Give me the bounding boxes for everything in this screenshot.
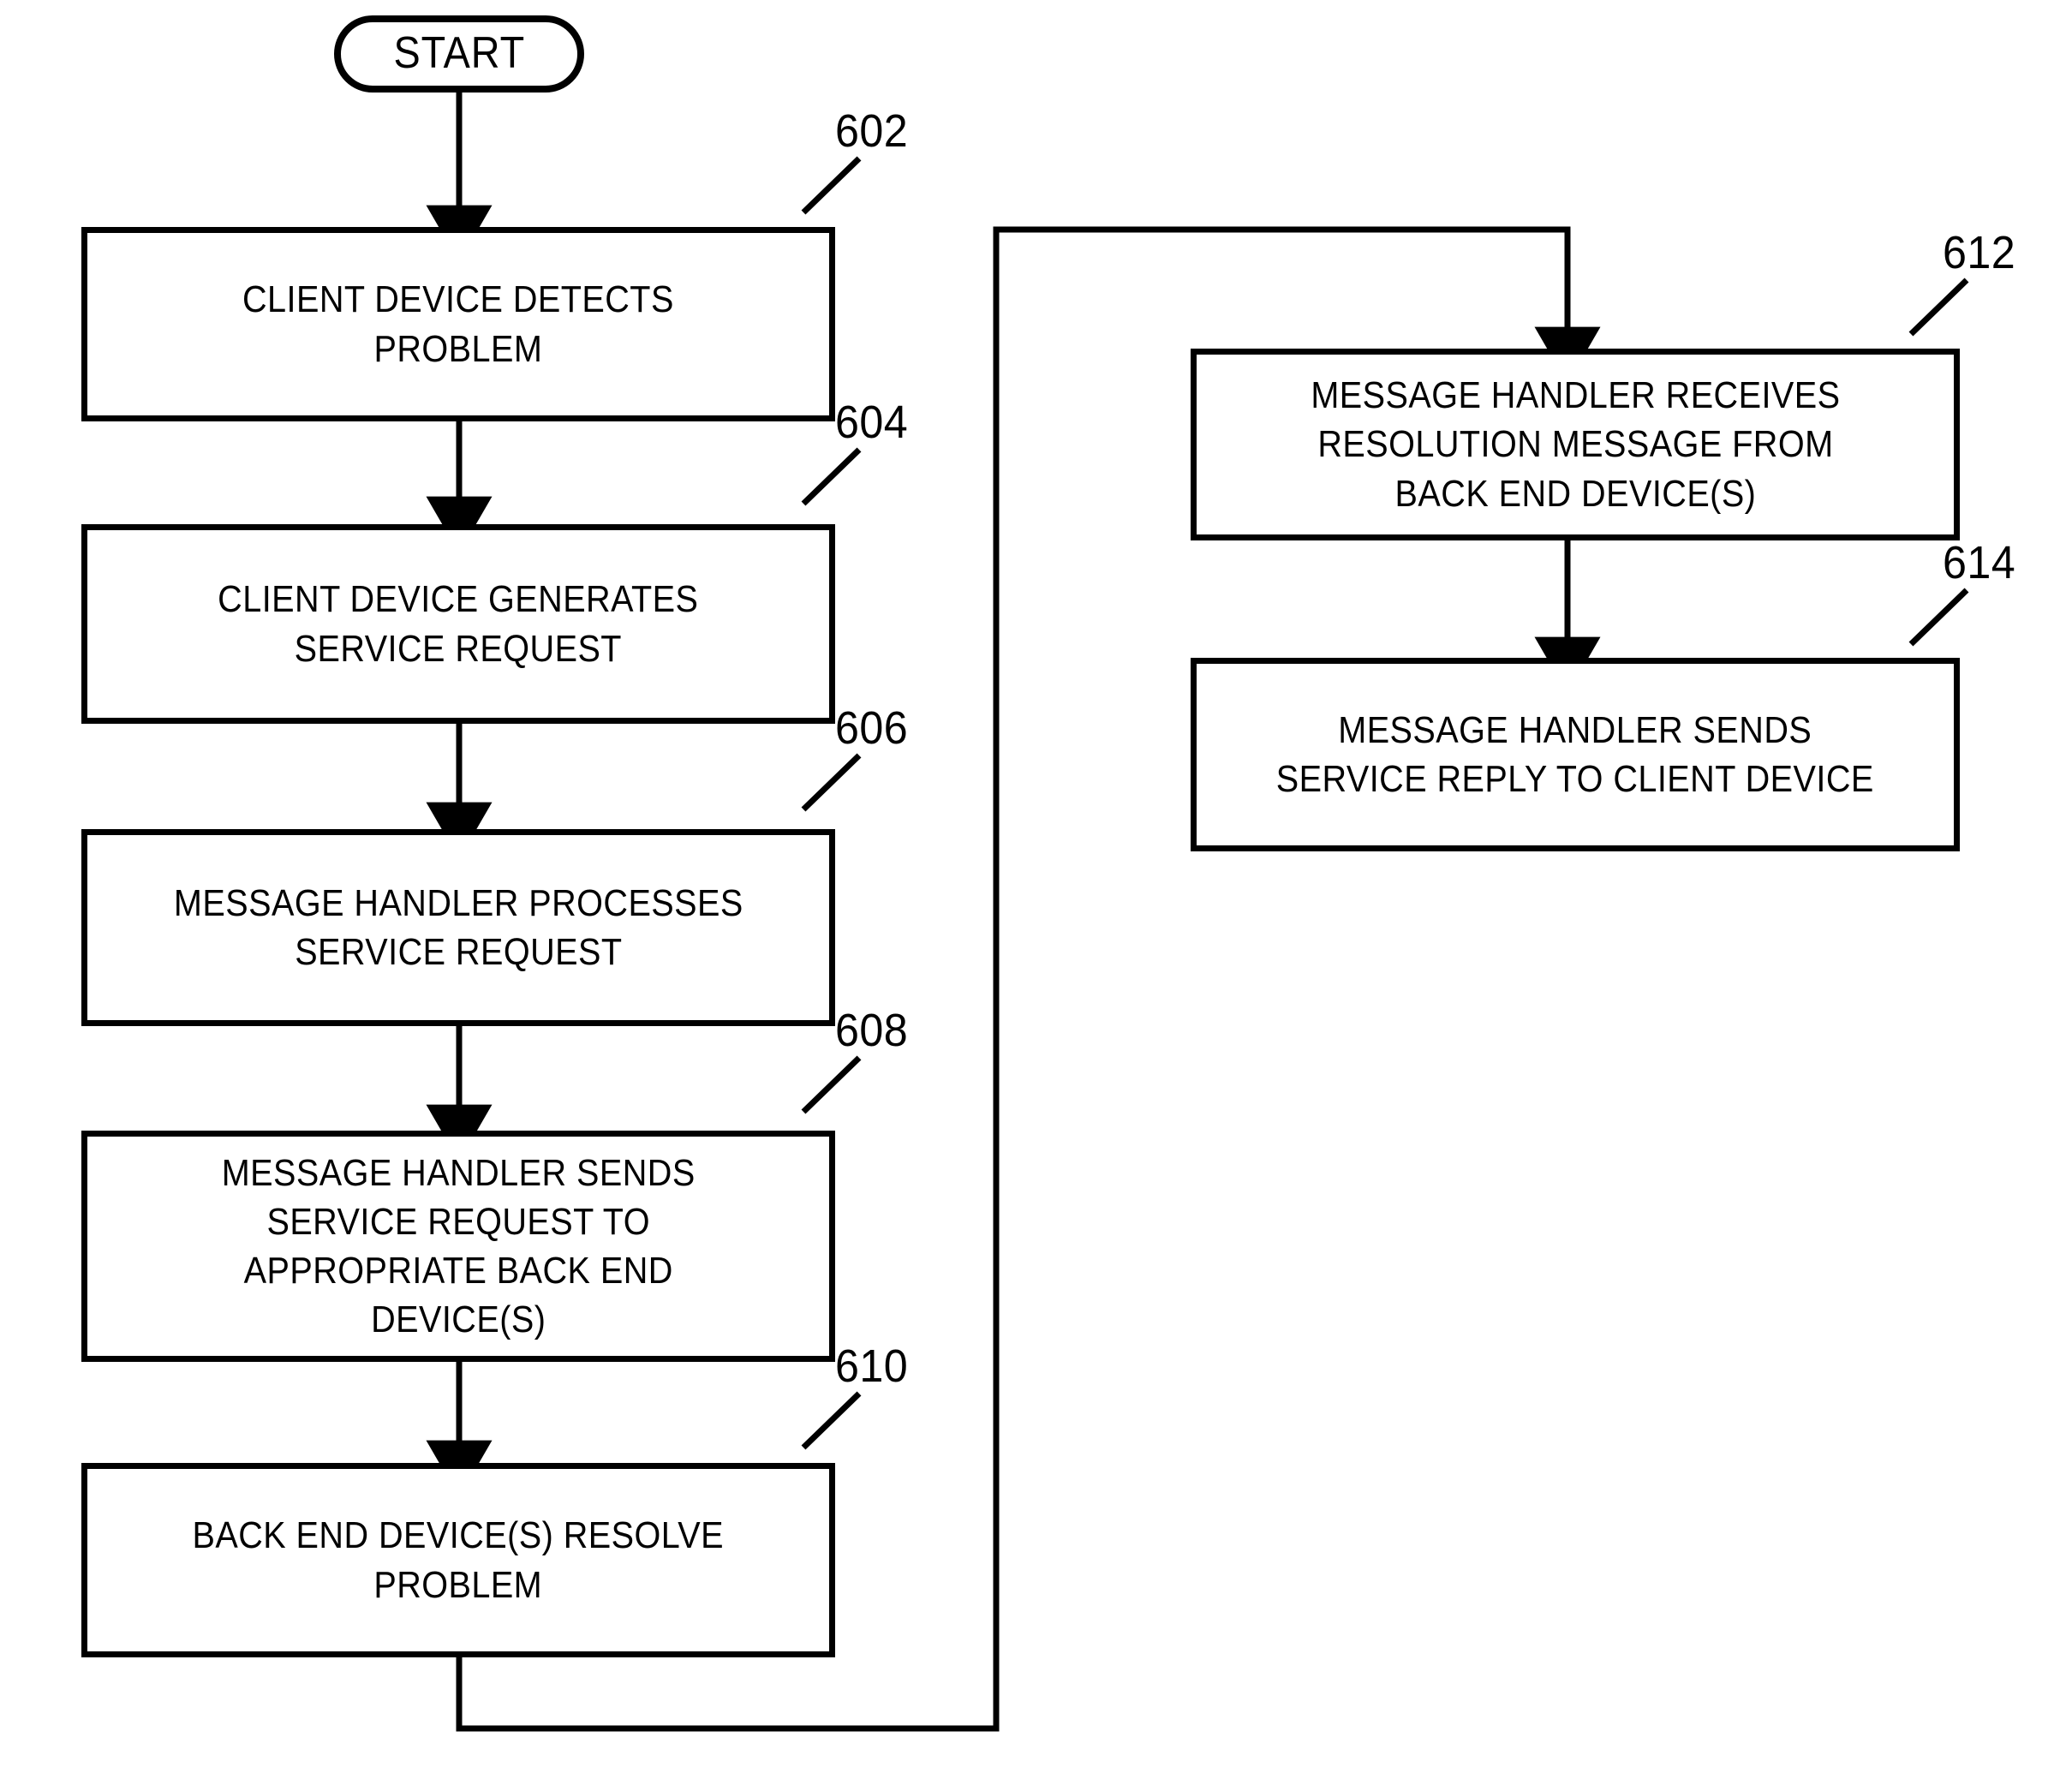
flowchart-canvas: START CLIENT DEVICE DETECTS PROBLEM 602 … [0, 0, 2072, 1773]
leader-line-602 [801, 156, 862, 215]
leader-line-606 [801, 753, 862, 812]
reference-number-606: 606 [835, 702, 909, 754]
process-box-612: MESSAGE HANDLER RECEIVES RESOLUTION MESS… [1191, 349, 1960, 540]
leader-line-608 [801, 1055, 862, 1114]
process-box-610: BACK END DEVICE(S) RESOLVE PROBLEM [81, 1463, 835, 1657]
process-box-614: MESSAGE HANDLER SENDS SERVICE REPLY TO C… [1191, 658, 1960, 851]
process-box-612-label: MESSAGE HANDLER RECEIVES RESOLUTION MESS… [1310, 374, 1841, 515]
process-box-606-label: MESSAGE HANDLER PROCESSES SERVICE REQUES… [173, 881, 743, 973]
process-box-614-label: MESSAGE HANDLER SENDS SERVICE REPLY TO C… [1276, 708, 1874, 800]
reference-number-610: 610 [835, 1340, 909, 1392]
leader-line-610 [801, 1391, 862, 1450]
leader-line-604 [801, 447, 862, 506]
process-box-604: CLIENT DEVICE GENERATES SERVICE REQUEST [81, 524, 835, 724]
process-box-606: MESSAGE HANDLER PROCESSES SERVICE REQUES… [81, 829, 835, 1026]
process-box-602: CLIENT DEVICE DETECTS PROBLEM [81, 227, 835, 421]
terminal-start-label: START [393, 28, 525, 79]
terminal-start: START [334, 15, 584, 93]
process-box-608-label: MESSAGE HANDLER SENDS SERVICE REQUEST TO… [221, 1151, 696, 1341]
leader-line-612 [1908, 278, 1969, 337]
leader-line-614 [1908, 588, 1969, 647]
process-box-602-label: CLIENT DEVICE DETECTS PROBLEM [242, 278, 674, 370]
reference-number-608: 608 [835, 1005, 909, 1056]
process-box-608: MESSAGE HANDLER SENDS SERVICE REQUEST TO… [81, 1131, 835, 1362]
reference-number-602: 602 [835, 105, 909, 157]
reference-number-612: 612 [1943, 227, 2016, 278]
reference-number-614: 614 [1943, 537, 2016, 588]
process-box-610-label: BACK END DEVICE(S) RESOLVE PROBLEM [192, 1514, 725, 1606]
reference-number-604: 604 [835, 397, 909, 448]
process-box-604-label: CLIENT DEVICE GENERATES SERVICE REQUEST [218, 578, 699, 670]
